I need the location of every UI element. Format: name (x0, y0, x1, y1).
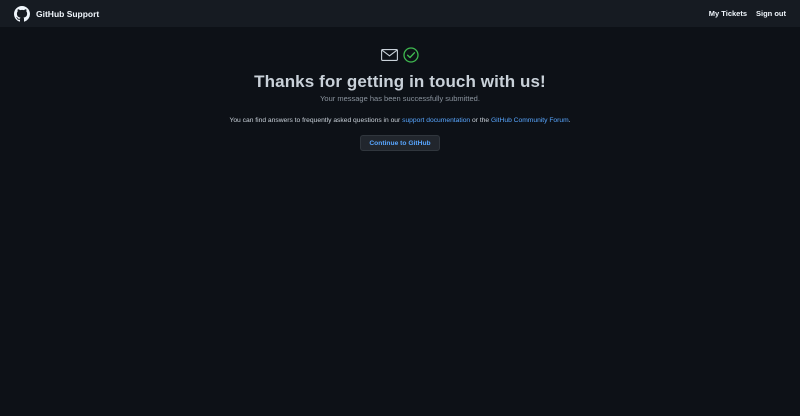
help-text-suffix: . (568, 117, 571, 124)
sign-out-link[interactable]: Sign out (756, 9, 786, 18)
check-circle-icon (403, 47, 419, 63)
github-logo-icon (14, 5, 30, 22)
status-icons (381, 47, 419, 63)
support-docs-link[interactable]: support documentation (402, 117, 470, 124)
top-nav: GitHub Support My Tickets Sign out (0, 0, 800, 27)
submission-status: Your message has been successfully submi… (320, 94, 480, 103)
community-forum-link[interactable]: GitHub Community Forum (491, 117, 569, 124)
mail-icon (381, 49, 398, 61)
account-nav: My Tickets Sign out (709, 9, 786, 18)
brand-name: GitHub Support (36, 8, 100, 19)
help-text-prefix: You can find answers to frequently asked… (229, 117, 403, 124)
continue-to-github-button[interactable]: Continue to GitHub (360, 135, 440, 151)
confirmation-panel: Thanks for getting in touch with us! You… (0, 27, 800, 151)
help-text-middle: or the (470, 117, 491, 124)
my-tickets-link[interactable]: My Tickets (709, 9, 747, 18)
brand[interactable]: GitHub Support (14, 5, 100, 22)
page-title: Thanks for getting in touch with us! (254, 72, 546, 91)
help-text: You can find answers to frequently asked… (229, 117, 570, 124)
